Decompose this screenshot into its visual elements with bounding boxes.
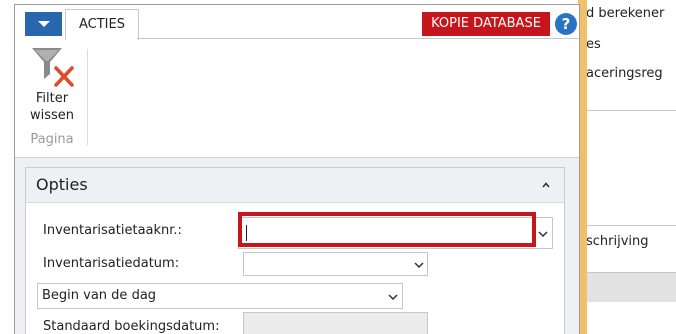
clear-filter-label: wissen — [29, 108, 75, 123]
background-window: d berekener es aceringsreg schrijving — [578, 0, 676, 334]
chevron-down-icon[interactable] — [388, 294, 398, 300]
divider — [578, 110, 676, 111]
report-request-dialog: ACTIES KOPIE DATABASE ? Filter wissen Pa… — [14, 4, 580, 334]
clear-filter-label: Filter — [35, 91, 69, 106]
ribbon: ACTIES KOPIE DATABASE ? Filter wissen Pa… — [15, 5, 579, 158]
background-text: es — [586, 37, 601, 52]
divider — [578, 225, 676, 226]
tab-acties[interactable]: ACTIES — [65, 9, 139, 40]
chevron-up-icon[interactable] — [542, 181, 550, 189]
background-text: schrijving — [586, 234, 649, 249]
dialog-content: Opties Inventarisatietaaknr.: Inventaris… — [15, 158, 579, 334]
tab-strip-line — [137, 38, 579, 39]
fasttab-title: Opties — [36, 175, 88, 194]
background-text: aceringsreg — [586, 66, 663, 81]
inventarisatietaaknr-label: Inventarisatietaaknr.: — [43, 223, 182, 238]
clear-filter-icon — [32, 48, 74, 87]
help-icon[interactable]: ? — [555, 13, 577, 35]
chevron-down-icon[interactable] — [414, 262, 424, 268]
options-fasttab: Opties Inventarisatietaaknr.: Inventaris… — [25, 167, 565, 334]
application-menu-button[interactable] — [25, 12, 62, 36]
database-badge: KOPIE DATABASE — [422, 12, 550, 36]
inventarisatiedatum-input[interactable] — [243, 252, 428, 276]
standaard-boekingsdatum-input[interactable] — [243, 312, 428, 334]
inventarisatiedatum-label: Inventarisatiedatum: — [43, 256, 180, 271]
ribbon-group-label: Pagina — [30, 132, 74, 147]
background-text: d berekener — [586, 6, 665, 21]
background-row — [578, 273, 676, 302]
time-option-value: Begin van de dag — [42, 288, 157, 303]
chevron-down-icon[interactable] — [538, 231, 548, 237]
fasttab-header[interactable]: Opties — [26, 168, 564, 203]
highlight-box — [238, 212, 536, 247]
time-option-select[interactable]: Begin van de dag — [37, 283, 403, 309]
standaard-boekingsdatum-label: Standaard boekingsdatum: — [43, 319, 220, 334]
ribbon-group-divider — [87, 49, 88, 145]
